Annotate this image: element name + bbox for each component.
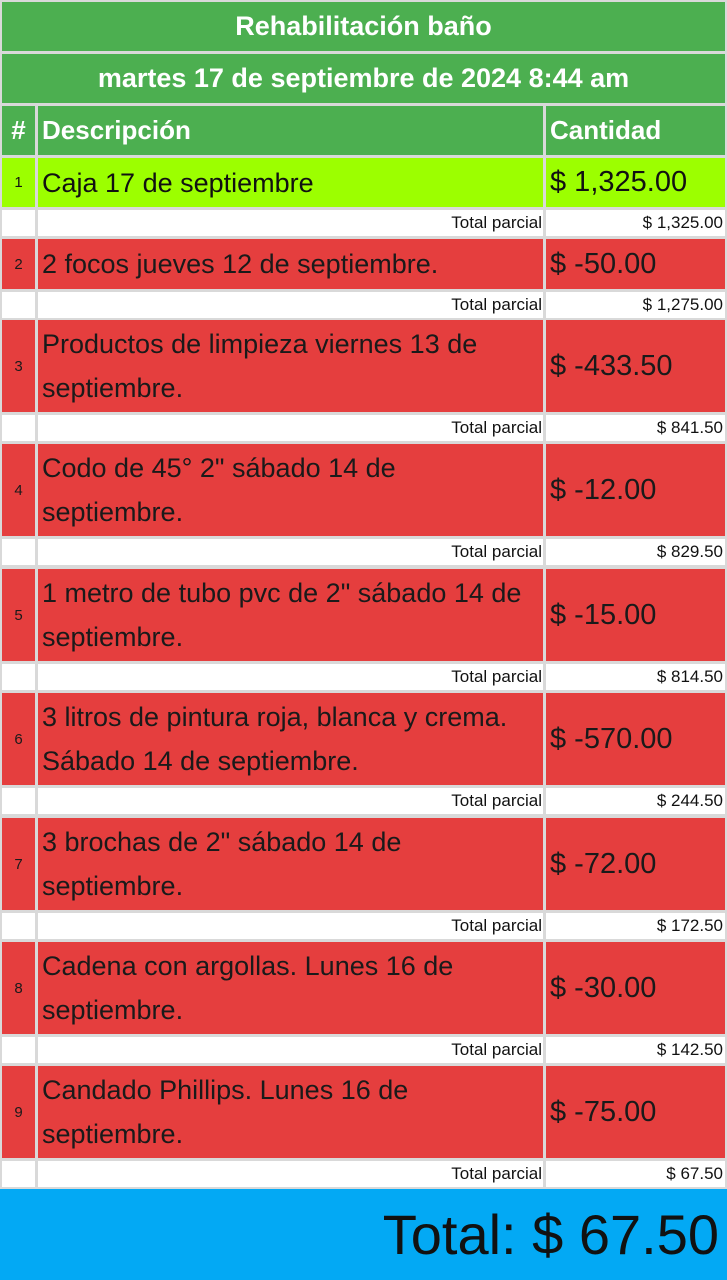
- row-number: 2: [2, 239, 35, 289]
- sheet-datetime: martes 17 de septiembre de 2024 8:44 am: [2, 54, 725, 103]
- row-number: 1: [2, 158, 35, 207]
- row-description[interactable]: 2 focos jueves 12 de septiembre.: [38, 239, 543, 289]
- row-amount[interactable]: $ -433.50: [546, 320, 725, 412]
- subtotal-value: $ 67.50: [546, 1161, 725, 1187]
- column-header-number: #: [2, 106, 35, 155]
- row-description[interactable]: Caja 17 de septiembre: [38, 158, 543, 207]
- subtotal-value: $ 244.50: [546, 788, 725, 814]
- row-description[interactable]: 1 metro de tubo pvc de 2" sábado 14 de s…: [38, 569, 543, 661]
- subtotal-value: $ 142.50: [546, 1037, 725, 1063]
- row-number: 4: [2, 444, 35, 536]
- row-amount[interactable]: $ -12.00: [546, 444, 725, 536]
- subtotal-label: Total parcial: [38, 788, 543, 814]
- sheet-title: Rehabilitación baño: [2, 2, 725, 51]
- subtotal-label: Total parcial: [38, 210, 543, 236]
- subtotal-label: Total parcial: [38, 1161, 543, 1187]
- row-number: 9: [2, 1066, 35, 1158]
- row-amount[interactable]: $ -50.00: [546, 239, 725, 289]
- subtotal-label: Total parcial: [38, 539, 543, 565]
- subtotal-spacer: [2, 1037, 35, 1063]
- subtotal-label: Total parcial: [38, 913, 543, 939]
- subtotal-label: Total parcial: [38, 415, 543, 441]
- subtotal-value: $ 172.50: [546, 913, 725, 939]
- subtotal-spacer: [2, 788, 35, 814]
- row-description[interactable]: 3 brochas de 2" sábado 14 de septiembre.: [38, 818, 543, 910]
- row-amount[interactable]: $ -30.00: [546, 942, 725, 1034]
- expense-sheet: Rehabilitación baño martes 17 de septiem…: [0, 0, 727, 1280]
- subtotal-spacer: [2, 664, 35, 690]
- row-amount[interactable]: $ 1,325.00: [546, 158, 725, 207]
- subtotal-value: $ 1,325.00: [546, 210, 725, 236]
- subtotal-value: $ 814.50: [546, 664, 725, 690]
- row-description[interactable]: Codo de 45° 2" sábado 14 de septiembre.: [38, 444, 543, 536]
- subtotal-value: $ 841.50: [546, 415, 725, 441]
- row-description[interactable]: Candado Phillips. Lunes 16 de septiembre…: [38, 1066, 543, 1158]
- subtotal-label: Total parcial: [38, 292, 543, 318]
- subtotal-spacer: [2, 292, 35, 318]
- subtotal-value: $ 829.50: [546, 539, 725, 565]
- subtotal-spacer: [2, 1161, 35, 1187]
- subtotal-value: $ 1,275.00: [546, 292, 725, 318]
- row-number: 7: [2, 818, 35, 910]
- row-amount[interactable]: $ -75.00: [546, 1066, 725, 1158]
- row-number: 3: [2, 320, 35, 412]
- column-header-amount: Cantidad: [546, 106, 725, 155]
- subtotal-spacer: [2, 539, 35, 565]
- row-amount[interactable]: $ -570.00: [546, 693, 725, 785]
- row-description[interactable]: Productos de limpieza viernes 13 de sept…: [38, 320, 543, 412]
- row-amount[interactable]: $ -72.00: [546, 818, 725, 910]
- subtotal-label: Total parcial: [38, 664, 543, 690]
- row-number: 6: [2, 693, 35, 785]
- row-number: 5: [2, 569, 35, 661]
- row-description[interactable]: Cadena con argollas. Lunes 16 de septiem…: [38, 942, 543, 1034]
- grand-total: Total: $ 67.50: [0, 1189, 727, 1280]
- subtotal-spacer: [2, 415, 35, 441]
- subtotal-label: Total parcial: [38, 1037, 543, 1063]
- subtotal-spacer: [2, 210, 35, 236]
- row-amount[interactable]: $ -15.00: [546, 569, 725, 661]
- row-description[interactable]: 3 litros de pintura roja, blanca y crema…: [38, 693, 543, 785]
- column-header-description: Descripción: [38, 106, 543, 155]
- row-number: 8: [2, 942, 35, 1034]
- subtotal-spacer: [2, 913, 35, 939]
